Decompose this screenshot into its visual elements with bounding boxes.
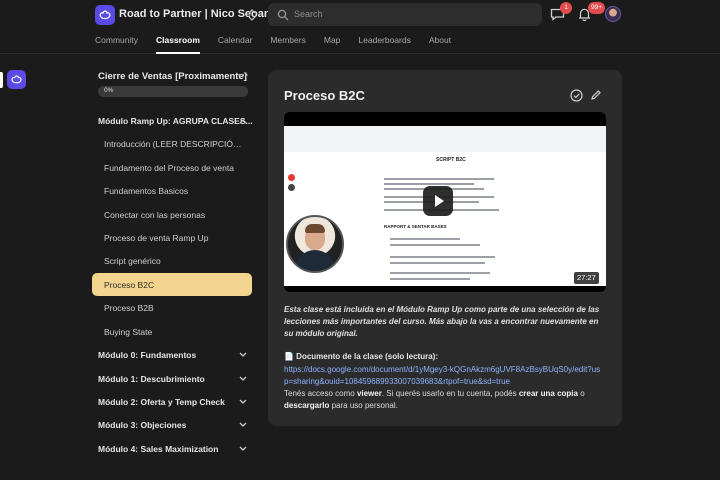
lesson-item[interactable]: Proceso de venta Ramp Up: [104, 233, 246, 243]
tab-map[interactable]: Map: [324, 34, 341, 54]
rail-active-indicator: [0, 72, 3, 88]
module-4[interactable]: Módulo 4: Sales Maximization: [98, 444, 218, 454]
more-options-icon[interactable]: [238, 72, 248, 78]
lesson-item-active-label: Proceso B2C: [104, 280, 155, 290]
presenter-webcam: [286, 215, 344, 273]
tab-calendar[interactable]: Calendar: [218, 34, 253, 54]
doc-text-line: [390, 262, 485, 264]
nav-tabs: Community Classroom Calendar Members Map…: [95, 34, 469, 54]
tab-community[interactable]: Community: [95, 34, 138, 54]
doc-label: 📄 Documento de la clase (solo lectura):: [284, 352, 438, 361]
module-ramp-up[interactable]: Módulo Ramp Up: AGRUPA CLASES...: [98, 116, 253, 126]
lesson-item[interactable]: Introducción (LEER DESCRIPCIÓN DEL ...: [104, 139, 246, 149]
module-0[interactable]: Módulo 0: Fundamentos: [98, 350, 196, 360]
rail-group-icon[interactable]: [7, 70, 26, 89]
access-text: para uso personal.: [329, 401, 398, 410]
chevron-down-icon[interactable]: [239, 376, 247, 382]
lesson-title: Proceso B2C: [284, 88, 365, 103]
camera-indicator-icon: [288, 184, 295, 191]
lesson-item[interactable]: Proceso B2B: [104, 303, 246, 313]
doc-text-line: [390, 256, 495, 258]
lesson-item[interactable]: Conectar con las personas: [104, 210, 246, 220]
doc-text-line: [384, 183, 474, 185]
chat-badge: 1: [560, 2, 572, 14]
access-text: o: [577, 389, 585, 398]
presenter-hair: [305, 224, 325, 233]
mark-complete-check-icon[interactable]: [570, 89, 583, 102]
tab-members[interactable]: Members: [270, 34, 305, 54]
access-text: Tenés acceso como: [284, 389, 357, 398]
doc-text-line: [384, 178, 494, 180]
access-copy: crear una copia: [518, 389, 578, 398]
video-doc-subheading: RAPPORT & SENTAR BASES: [384, 224, 447, 229]
video-doc-heading: SCRIPT B2C: [436, 157, 466, 163]
course-progress-bar: [98, 86, 248, 97]
lesson-description: Esta clase está incluida en el Módulo Ra…: [284, 305, 600, 338]
module-3[interactable]: Módulo 3: Objeciones: [98, 420, 186, 430]
tab-about[interactable]: About: [429, 34, 451, 54]
tab-leaderboards[interactable]: Leaderboards: [358, 34, 410, 54]
lesson-item[interactable]: Buying State: [104, 327, 246, 337]
user-avatar[interactable]: [605, 6, 621, 22]
access-text: . Si querés usarlo en tu cuenta, podés: [381, 389, 519, 398]
tab-classroom[interactable]: Classroom: [155, 34, 200, 54]
doc-link[interactable]: https://docs.google.com/document/d/1yMge…: [284, 364, 604, 388]
video-doc-toolbar: [284, 126, 606, 152]
record-indicator-icon: [288, 174, 295, 181]
access-note: Tenés acceso como viewer. Si querés usar…: [284, 388, 604, 412]
doc-text-line: [390, 238, 460, 240]
access-download: descargarlo: [284, 401, 330, 410]
doc-text-line: [390, 244, 480, 246]
chevron-up-icon[interactable]: [239, 118, 247, 124]
group-switch-chevron-icon[interactable]: [247, 7, 257, 23]
lesson-item[interactable]: Script genérico: [104, 256, 246, 266]
course-title: Cierre de Ventas [Proximamente]: [98, 71, 247, 82]
search-icon: [277, 9, 289, 21]
presenter-body: [295, 250, 335, 271]
group-logo-icon[interactable]: [95, 5, 115, 25]
lesson-item[interactable]: Fundamento del Proceso de venta: [104, 163, 246, 173]
chevron-down-icon[interactable]: [239, 352, 247, 358]
play-button-icon[interactable]: [423, 186, 453, 216]
doc-text-line: [390, 272, 490, 274]
doc-text-line: [390, 278, 470, 280]
video-duration: 27:27: [574, 272, 599, 284]
search-input[interactable]: [294, 6, 534, 22]
edit-pencil-icon[interactable]: [590, 89, 602, 101]
notification-badge: 99+: [588, 2, 606, 14]
chevron-down-icon[interactable]: [239, 446, 247, 452]
progress-label: 0%: [104, 87, 114, 94]
lesson-item[interactable]: Fundamentos Basicos: [104, 186, 246, 196]
access-viewer: viewer: [356, 389, 382, 398]
module-2[interactable]: Módulo 2: Oferta y Temp Check: [98, 397, 225, 407]
chevron-down-icon[interactable]: [239, 422, 247, 428]
module-1[interactable]: Módulo 1: Descubrimiento: [98, 374, 205, 384]
chevron-down-icon[interactable]: [239, 399, 247, 405]
